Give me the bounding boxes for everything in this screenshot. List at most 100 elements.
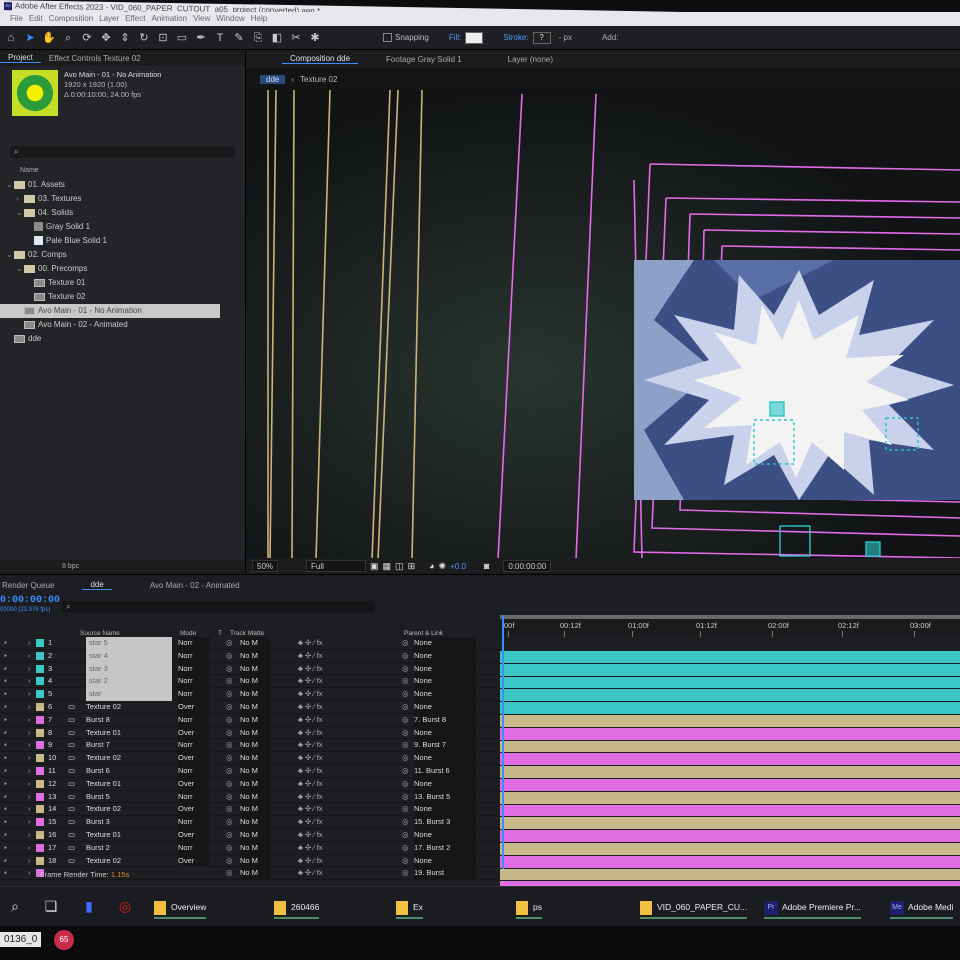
spiral-icon[interactable]: ◎ (226, 803, 233, 816)
tab-timeline-dde[interactable]: dde (82, 580, 112, 590)
menu-item-composition[interactable]: Composition (49, 14, 93, 23)
layer-switches[interactable]: ♣ ✣ ∕ fx (298, 701, 323, 714)
mask-icon[interactable]: ◫ (395, 561, 404, 572)
spiral-icon[interactable]: ◎ (226, 765, 233, 778)
brush-icon[interactable]: ✎ (231, 30, 247, 46)
expand-arrow[interactable]: › (28, 675, 31, 688)
spiral-icon[interactable]: ◎ (226, 842, 233, 855)
spiral-icon[interactable]: ◎ (226, 739, 233, 752)
project-item[interactable]: ⌄ 04. Solids (0, 206, 246, 220)
pickwhip-icon[interactable]: ◎ (402, 816, 409, 829)
timeline-layer-row[interactable]: ▪ › 1 star 5 Norr ◎ No M ♣ ✣ ∕ fx ◎ None (0, 637, 500, 650)
layer-mode-select[interactable]: Norr (178, 688, 210, 701)
pan-icon[interactable]: ✥ (98, 30, 114, 46)
tab-render-queue[interactable]: Render Queue (0, 581, 62, 590)
layer-switches[interactable]: ♣ ✣ ∕ fx (298, 675, 323, 688)
project-item[interactable]: Avo Main - 01 - No Animation (0, 304, 220, 318)
spiral-icon[interactable]: ◎ (226, 714, 233, 727)
notification-badge[interactable]: 65 (54, 930, 74, 950)
pickwhip-icon[interactable]: ◎ (402, 701, 409, 714)
menu-item-layer[interactable]: Layer (99, 14, 119, 23)
track-matte-select[interactable]: No M (240, 688, 270, 701)
layer-mode-select[interactable]: Norr (178, 637, 210, 650)
parent-select[interactable]: None (414, 752, 476, 765)
layer-duration-bar[interactable] (500, 663, 960, 677)
label-color[interactable] (36, 651, 44, 660)
expand-arrow[interactable]: › (28, 752, 31, 765)
track-matte-select[interactable]: No M (240, 637, 270, 650)
track-matte-select[interactable]: No M (240, 828, 270, 842)
parent-select[interactable]: 7. Burst 8 (414, 713, 476, 727)
breadcrumb-next[interactable]: Texture 02 (300, 75, 337, 84)
spiral-icon[interactable]: ◎ (226, 791, 233, 804)
layer-source-name[interactable]: Burst 2 (86, 842, 110, 855)
pickwhip-icon[interactable]: ◎ (402, 752, 409, 765)
parent-select[interactable]: None (414, 688, 476, 701)
label-color[interactable] (36, 664, 44, 673)
current-timecode[interactable]: 0:00:00:00 (0, 595, 60, 606)
project-item[interactable]: Gray Solid 1 (0, 220, 246, 234)
expand-arrow[interactable]: › (28, 816, 31, 829)
layer-source-name[interactable]: star 3 (86, 662, 172, 676)
layer-mode-select[interactable]: Norr (178, 816, 210, 829)
layer-switches[interactable]: ♣ ✣ ∕ fx (298, 663, 323, 676)
disclosure-arrow[interactable]: ⌄ (16, 262, 24, 276)
spiral-icon[interactable]: ◎ (226, 701, 233, 714)
layer-duration-bar[interactable] (500, 689, 960, 703)
snapping-toggle[interactable]: Snapping (383, 33, 429, 42)
track-matte-select[interactable]: No M (240, 662, 270, 676)
layer-mode-select[interactable]: Norr (178, 713, 210, 727)
expand-arrow[interactable]: › (28, 778, 31, 791)
rotate-icon[interactable]: ↻ (136, 30, 152, 46)
parent-select[interactable]: 11. Burst 6 (414, 764, 476, 778)
taskbar-item[interactable]: Ex (396, 895, 423, 919)
timeline-layer-row[interactable]: ▪ › 6 ▭ Texture 02 Over ◎ No M ♣ ✣ ∕ fx ◎ None (0, 700, 500, 714)
label-color[interactable] (36, 856, 44, 865)
project-item[interactable]: ⌄ 02. Comps (0, 248, 246, 262)
track-matte-select[interactable]: No M (240, 790, 270, 804)
timeline-layer-row[interactable]: ▪ › 16 ▭ Texture 01 Over ◎ No M ♣ ✣ ∕ fx ◎ None (0, 828, 500, 842)
parent-select[interactable]: None (414, 803, 476, 817)
layer-switches[interactable]: ♣ ✣ ∕ fx (298, 637, 323, 650)
layer-switches[interactable]: ♣ ✣ ∕ fx (298, 842, 323, 855)
layer-source-name[interactable]: Texture 02 (86, 701, 121, 714)
parent-select[interactable]: None (414, 700, 476, 714)
visibility-icon[interactable]: ▪ (4, 842, 7, 855)
parent-select[interactable]: 17. Burst 2 (414, 841, 476, 855)
layer-switches[interactable]: ♣ ✣ ∕ fx (298, 855, 323, 868)
menu-item-edit[interactable]: Edit (29, 14, 43, 23)
expand-arrow[interactable]: › (28, 791, 31, 804)
layer-source-name[interactable]: star 4 (86, 649, 172, 663)
layer-mode-select[interactable]: Over (178, 752, 210, 765)
expand-arrow[interactable]: › (28, 688, 31, 701)
layer-duration-bar[interactable] (500, 740, 960, 754)
add-menu[interactable]: Add: (602, 33, 618, 42)
layer-duration-bar[interactable] (500, 830, 960, 843)
timeline-layer-row[interactable]: ▪ › 2 star 4 Norr ◎ No M ♣ ✣ ∕ fx ◎ None (0, 649, 500, 663)
menu-item-view[interactable]: View (193, 14, 210, 23)
parent-select[interactable]: None (414, 662, 476, 676)
visibility-icon[interactable]: ▪ (4, 688, 7, 701)
layer-switches[interactable]: ♣ ✣ ∕ fx (298, 739, 323, 752)
disclosure-arrow[interactable]: › (16, 192, 24, 206)
expand-arrow[interactable]: › (28, 855, 31, 868)
timeline-layer-row[interactable]: ▪ › 4 star 2 Norr ◎ No M ♣ ✣ ∕ fx ◎ None (0, 675, 500, 689)
breadcrumb-active[interactable]: dde (260, 74, 286, 84)
label-color[interactable] (36, 690, 44, 699)
layer-source-name[interactable]: star (86, 688, 172, 701)
track-matte-select[interactable]: No M (240, 649, 270, 663)
spiral-icon[interactable]: ◎ (226, 663, 233, 676)
orbit-icon[interactable]: ⟳ (79, 30, 95, 46)
spiral-icon[interactable]: ◎ (226, 727, 233, 740)
spiral-icon[interactable]: ◎ (226, 637, 233, 650)
label-color[interactable] (36, 766, 44, 775)
pickwhip-icon[interactable]: ◎ (402, 791, 409, 804)
taskbar-item[interactable]: Me Adobe Medi (890, 895, 954, 919)
parent-select[interactable]: None (414, 649, 476, 663)
pickwhip-icon[interactable]: ◎ (402, 778, 409, 791)
layer-switches[interactable]: ♣ ✣ ∕ fx (298, 752, 323, 765)
hand-icon[interactable]: ✋ (41, 30, 57, 46)
timeline-layer-row[interactable]: ▪ › 14 ▭ Texture 02 Over ◎ No M ♣ ✣ ∕ fx ◎ None (0, 803, 500, 817)
layer-duration-bar[interactable] (500, 676, 960, 690)
layer-duration-bar[interactable] (500, 817, 960, 831)
